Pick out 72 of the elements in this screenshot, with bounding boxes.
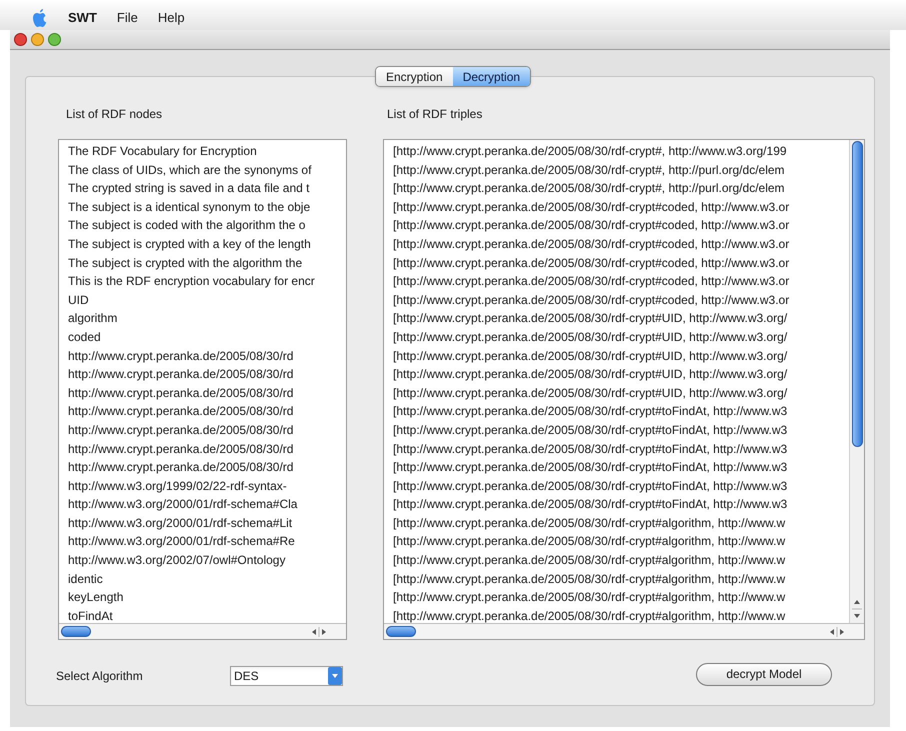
list-item[interactable]: [http://www.crypt.peranka.de/2005/08/30/rdf-crypt#toFindAt, http://www.w3 (393, 458, 788, 477)
list-item[interactable]: The subject is a identical synonym to the obje (68, 198, 310, 216)
list-item[interactable]: The subject is coded with the algorithm the o (68, 216, 306, 235)
list-item[interactable]: http://www.crypt.peranka.de/2005/08/30/rd (68, 440, 294, 458)
menu-item[interactable]: SWT (68, 8, 97, 28)
list-item[interactable]: identic (68, 570, 103, 588)
list-item[interactable]: http://www.w3.org/2002/07/owl#Ontology (68, 551, 286, 570)
menu-item[interactable]: Help (158, 8, 185, 28)
list-item[interactable]: [http://www.crypt.peranka.de/2005/08/30/rdf-crypt#coded, http://www.w3.or (393, 216, 790, 235)
list-item[interactable]: UID (68, 290, 89, 310)
list-item[interactable]: http://www.w3.org/2000/01/rdf-schema#Cla (68, 495, 298, 514)
list-item[interactable]: [http://www.crypt.peranka.de/2005/08/30/rdf-crypt#coded, http://www.w3.or (393, 198, 790, 216)
list-item[interactable]: [http://www.crypt.peranka.de/2005/08/30/rdf-crypt#UID, http://www.w3.org/ (393, 328, 788, 347)
list-item[interactable]: The class of UIDs, which are the synonyms of (68, 160, 312, 180)
list-item[interactable]: [http://www.crypt.peranka.de/2005/08/30/rdf-crypt#, http://purl.org/dc/elem (393, 179, 785, 198)
list-item[interactable]: The RDF Vocabulary for Encryption (68, 142, 257, 161)
list-item[interactable]: [http://www.crypt.peranka.de/2005/08/30/rdf-crypt#, http://purl.org/dc/elem (393, 160, 785, 180)
list-item[interactable]: toFindAt (68, 606, 113, 623)
list-item[interactable]: http://www.crypt.peranka.de/2005/08/30/rd (68, 365, 294, 384)
list-item[interactable]: [http://www.crypt.peranka.de/2005/08/30/rdf-crypt#toFindAt, http://www.w3 (393, 402, 788, 421)
triples-list[interactable] (383, 139, 865, 640)
list-item[interactable]: algorithm (68, 309, 118, 328)
list-item[interactable]: [http://www.crypt.peranka.de/2005/08/30/rdf-crypt#algorithm, http://www.w (393, 551, 786, 570)
nodes-list[interactable] (58, 139, 347, 640)
list-item[interactable]: [http://www.crypt.peranka.de/2005/08/30/rdf-crypt#UID, http://www.w3.org/ (393, 384, 788, 402)
list-item[interactable]: [http://www.crypt.peranka.de/2005/08/30/rdf-crypt#toFindAt, http://www.w3 (393, 495, 788, 514)
scroll-thumb[interactable] (852, 141, 862, 447)
tab[interactable]: Encryption (376, 67, 453, 86)
list-item[interactable]: [http://www.crypt.peranka.de/2005/08/30/rdf-crypt#coded, http://www.w3.or (393, 290, 790, 310)
list-item[interactable]: http://www.w3.org/1999/02/22-rdf-syntax- (68, 476, 287, 496)
list-title: List of RDF nodes (65, 106, 164, 123)
algorithm-dropdown[interactable]: DES (230, 666, 343, 686)
list-item[interactable]: [http://www.crypt.peranka.de/2005/08/30/rdf-crypt#algorithm, http://www.w (393, 532, 786, 552)
minimize-button[interactable] (31, 33, 44, 46)
list-item[interactable]: http://www.w3.org/2000/01/rdf-schema#Re (68, 532, 295, 552)
list-item[interactable]: [http://www.crypt.peranka.de/2005/08/30/rdf-crypt#toFindAt, http://www.w3 (393, 440, 788, 458)
zoom-button[interactable] (48, 33, 61, 46)
list-item[interactable]: keyLength (68, 588, 124, 607)
list-item[interactable]: [http://www.crypt.peranka.de/2005/08/30/rdf-crypt#toFindAt, http://www.w3 (393, 420, 788, 440)
tab[interactable]: Decryption (452, 67, 530, 86)
list-item[interactable]: [http://www.crypt.peranka.de/2005/08/30/rdf-crypt#toFindAt, http://www.w3 (393, 476, 788, 496)
list-item[interactable]: http://www.crypt.peranka.de/2005/08/30/rd (68, 346, 294, 366)
list-item[interactable]: The crypted string is saved in a data file and t (68, 179, 310, 198)
list-item[interactable]: The subject is crypted with a key of the length (68, 234, 311, 254)
list-item[interactable]: http://www.crypt.peranka.de/2005/08/30/rd (68, 402, 294, 421)
list-item[interactable]: [http://www.crypt.peranka.de/2005/08/30/rdf-crypt#UID, http://www.w3.org/ (393, 346, 788, 366)
list-item[interactable]: [http://www.crypt.peranka.de/2005/08/30/rdf-crypt#algorithm, http://www.w (393, 570, 786, 588)
list-item[interactable]: http://www.crypt.peranka.de/2005/08/30/rd (68, 420, 294, 440)
scroll-thumb[interactable] (61, 626, 91, 637)
decrypt-model-button[interactable]: decrypt Model (696, 662, 832, 686)
vertical-scrollbar[interactable] (849, 140, 864, 623)
scroll-thumb[interactable] (386, 626, 416, 637)
list-item[interactable]: [http://www.crypt.peranka.de/2005/08/30/rdf-crypt#coded, http://www.w3.or (393, 254, 790, 272)
list-item[interactable]: [http://www.crypt.peranka.de/2005/08/30/rdf-crypt#algorithm, http://www.w (393, 588, 786, 607)
list-item[interactable]: [http://www.crypt.peranka.de/2005/08/30/rdf-crypt#algorithm, http://www.w (393, 606, 786, 623)
list-item[interactable]: http://www.crypt.peranka.de/2005/08/30/rd (68, 458, 294, 477)
list-item[interactable]: [http://www.crypt.peranka.de/2005/08/30/rdf-crypt#UID, http://www.w3.org/ (393, 365, 788, 384)
list-item[interactable]: [http://www.crypt.peranka.de/2005/08/30/rdf-crypt#algorithm, http://www.w (393, 514, 786, 532)
list-item[interactable]: [http://www.crypt.peranka.de/2005/08/30/rdf-crypt#coded, http://www.w3.or (393, 234, 790, 254)
list-item[interactable]: This is the RDF encryption vocabulary for encr (68, 272, 315, 291)
list-title: List of RDF triples (386, 106, 484, 123)
menu-item[interactable]: File (116, 8, 138, 28)
list-item[interactable]: [http://www.crypt.peranka.de/2005/08/30/rdf-crypt#coded, http://www.w3.or (393, 272, 790, 291)
list-item[interactable]: http://www.crypt.peranka.de/2005/08/30/rd (68, 384, 294, 402)
close-button[interactable] (14, 33, 27, 46)
list-item[interactable]: coded (68, 328, 101, 347)
list-item[interactable]: The subject is crypted with the algorithm the (68, 254, 302, 272)
field-label: Select Algorithm (56, 668, 144, 685)
apple-logo-icon[interactable] (32, 8, 48, 28)
list-item[interactable]: http://www.w3.org/2000/01/rdf-schema#Lit (68, 514, 292, 532)
list-item[interactable]: [http://www.crypt.peranka.de/2005/08/30/rdf-crypt#UID, http://www.w3.org/ (393, 309, 788, 328)
list-item[interactable]: [http://www.crypt.peranka.de/2005/08/30/rdf-crypt#, http://www.w3.org/199 (393, 142, 787, 161)
